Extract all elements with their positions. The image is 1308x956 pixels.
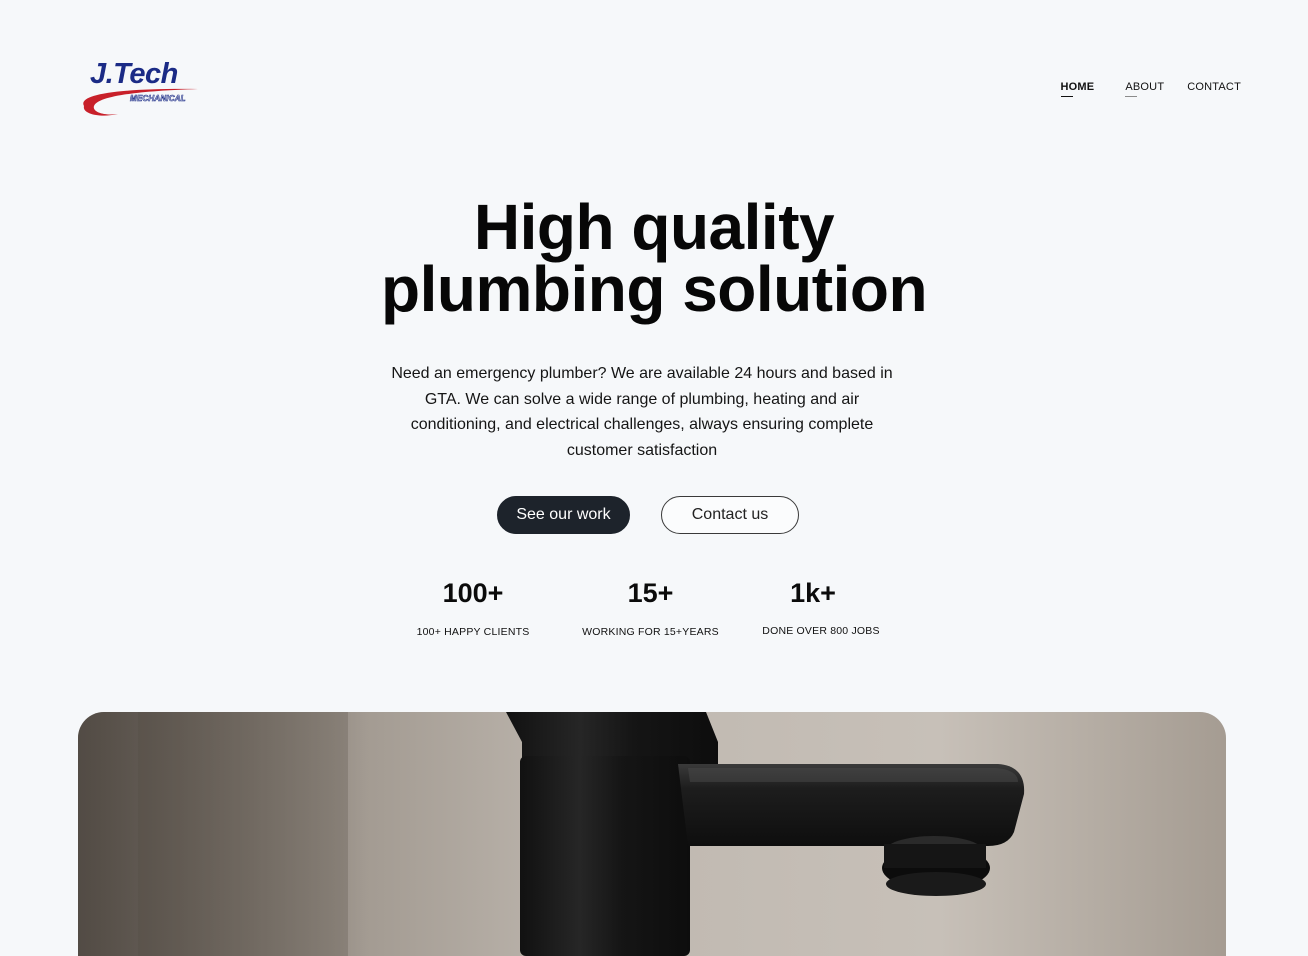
stat-value: 100+	[442, 578, 504, 608]
hero-title: High quality plumbing solution	[0, 195, 1308, 321]
faucet-photo	[78, 712, 1226, 956]
nav-home-link[interactable]: HOME	[1060, 81, 1095, 97]
nav-home-label: HOME	[1060, 81, 1095, 93]
stat-label: 100+ HAPPY CLIENTS	[416, 626, 530, 638]
stat-jobs-done: 1k+ DONE OVER 800 JOBS	[756, 578, 886, 637]
logo-subtext: MECHANICAL	[130, 94, 186, 104]
stat-happy-clients: 100+ 100+ HAPPY CLIENTS	[408, 578, 538, 638]
contact-us-button[interactable]: Contact us	[661, 496, 799, 534]
logo[interactable]: J.Tech MECHANICAL	[78, 56, 200, 120]
nav-contact-link[interactable]: CONTACT	[1187, 81, 1241, 93]
logo-text: J.Tech	[90, 58, 178, 90]
see-our-work-button[interactable]: See our work	[497, 496, 630, 534]
nav-about-link[interactable]: ABOUT	[1125, 81, 1165, 97]
stat-label: WORKING FOR 15+YEARS	[582, 626, 719, 638]
stat-value: 15+	[627, 578, 674, 608]
nav-about-label: ABOUT	[1125, 81, 1165, 93]
hero-title-line2: plumbing solution	[380, 253, 928, 325]
stat-years-working: 15+ WORKING FOR 15+YEARS	[578, 578, 723, 638]
hero-description: Need an emergency plumber? We are availa…	[391, 365, 893, 459]
main-nav: HOME ABOUT CONTACT	[1060, 81, 1241, 97]
stat-label: DONE OVER 800 JOBS	[762, 625, 880, 637]
nav-contact-label: CONTACT	[1187, 81, 1241, 93]
stat-value: 1k+	[790, 578, 836, 608]
faucet-photo-icon	[78, 712, 1226, 956]
nav-active-indicator	[1060, 96, 1073, 97]
nav-hover-indicator	[1125, 96, 1138, 97]
